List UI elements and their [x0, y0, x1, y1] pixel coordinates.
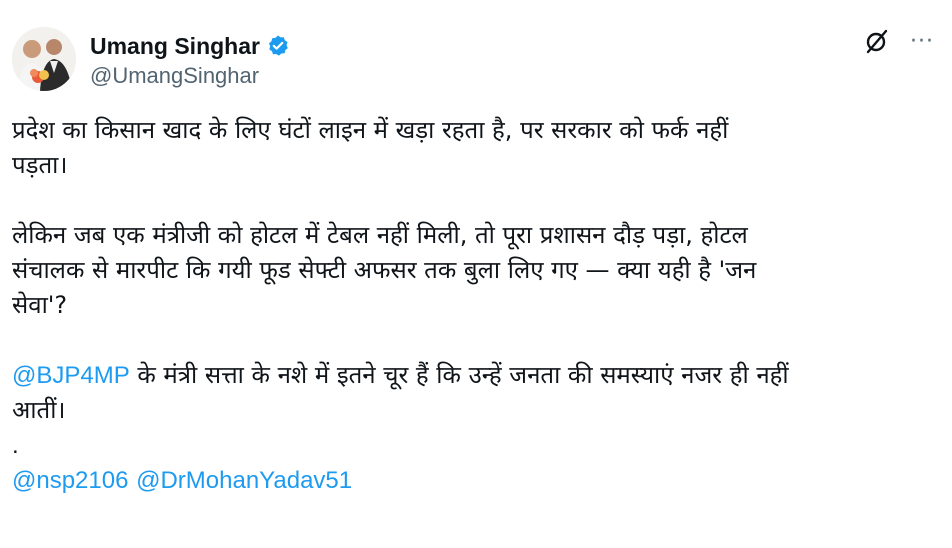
tweet-line: @BJP4MP के मंत्री सत्ता के नशे में इतने … [12, 358, 937, 393]
tweet-card: Umang Singhar @UmangSinghar ··· प्रदेश क… [0, 0, 952, 548]
top-actions: ··· [864, 28, 934, 54]
tweet-line: आतीं। [12, 396, 66, 424]
mention-link-nsp2106[interactable]: @nsp2106 [12, 467, 128, 494]
tweet-line: पड़ता। [12, 151, 68, 179]
more-options-icon[interactable]: ··· [910, 29, 934, 54]
tweet-text: प्रदेश का किसान खाद के लिए घंटों लाइन मे… [12, 113, 937, 498]
mention-link-bjp4mp[interactable]: @BJP4MP [12, 362, 130, 389]
grok-icon[interactable] [864, 28, 890, 54]
tweet-line: सेवा'? [12, 291, 68, 319]
mentions-line: @nsp2106 @DrMohanYadav51 [12, 463, 937, 498]
tweet-line-text: के मंत्री सत्ता के नशे में इतने चूर हैं … [129, 361, 789, 389]
verified-badge-icon[interactable] [266, 34, 290, 58]
avatar[interactable] [12, 27, 76, 91]
dot-separator: . [12, 432, 19, 459]
tweet-line: प्रदेश का किसान खाद के लिए घंटों लाइन मे… [12, 116, 729, 144]
mention-link-drmohanyadav51[interactable]: @DrMohanYadav51 [136, 467, 352, 494]
author-block: Umang Singhar @UmangSinghar [90, 29, 290, 89]
author-handle[interactable]: @UmangSinghar [90, 63, 290, 89]
tweet-line: संचालक से मारपीट कि गयी फूड सेफ्टी अफसर … [12, 256, 757, 284]
author-name[interactable]: Umang Singhar [90, 33, 260, 60]
name-row: Umang Singhar [90, 29, 290, 63]
tweet-line: लेकिन जब एक मंत्रीजी को होटल में टेबल नह… [12, 221, 748, 249]
